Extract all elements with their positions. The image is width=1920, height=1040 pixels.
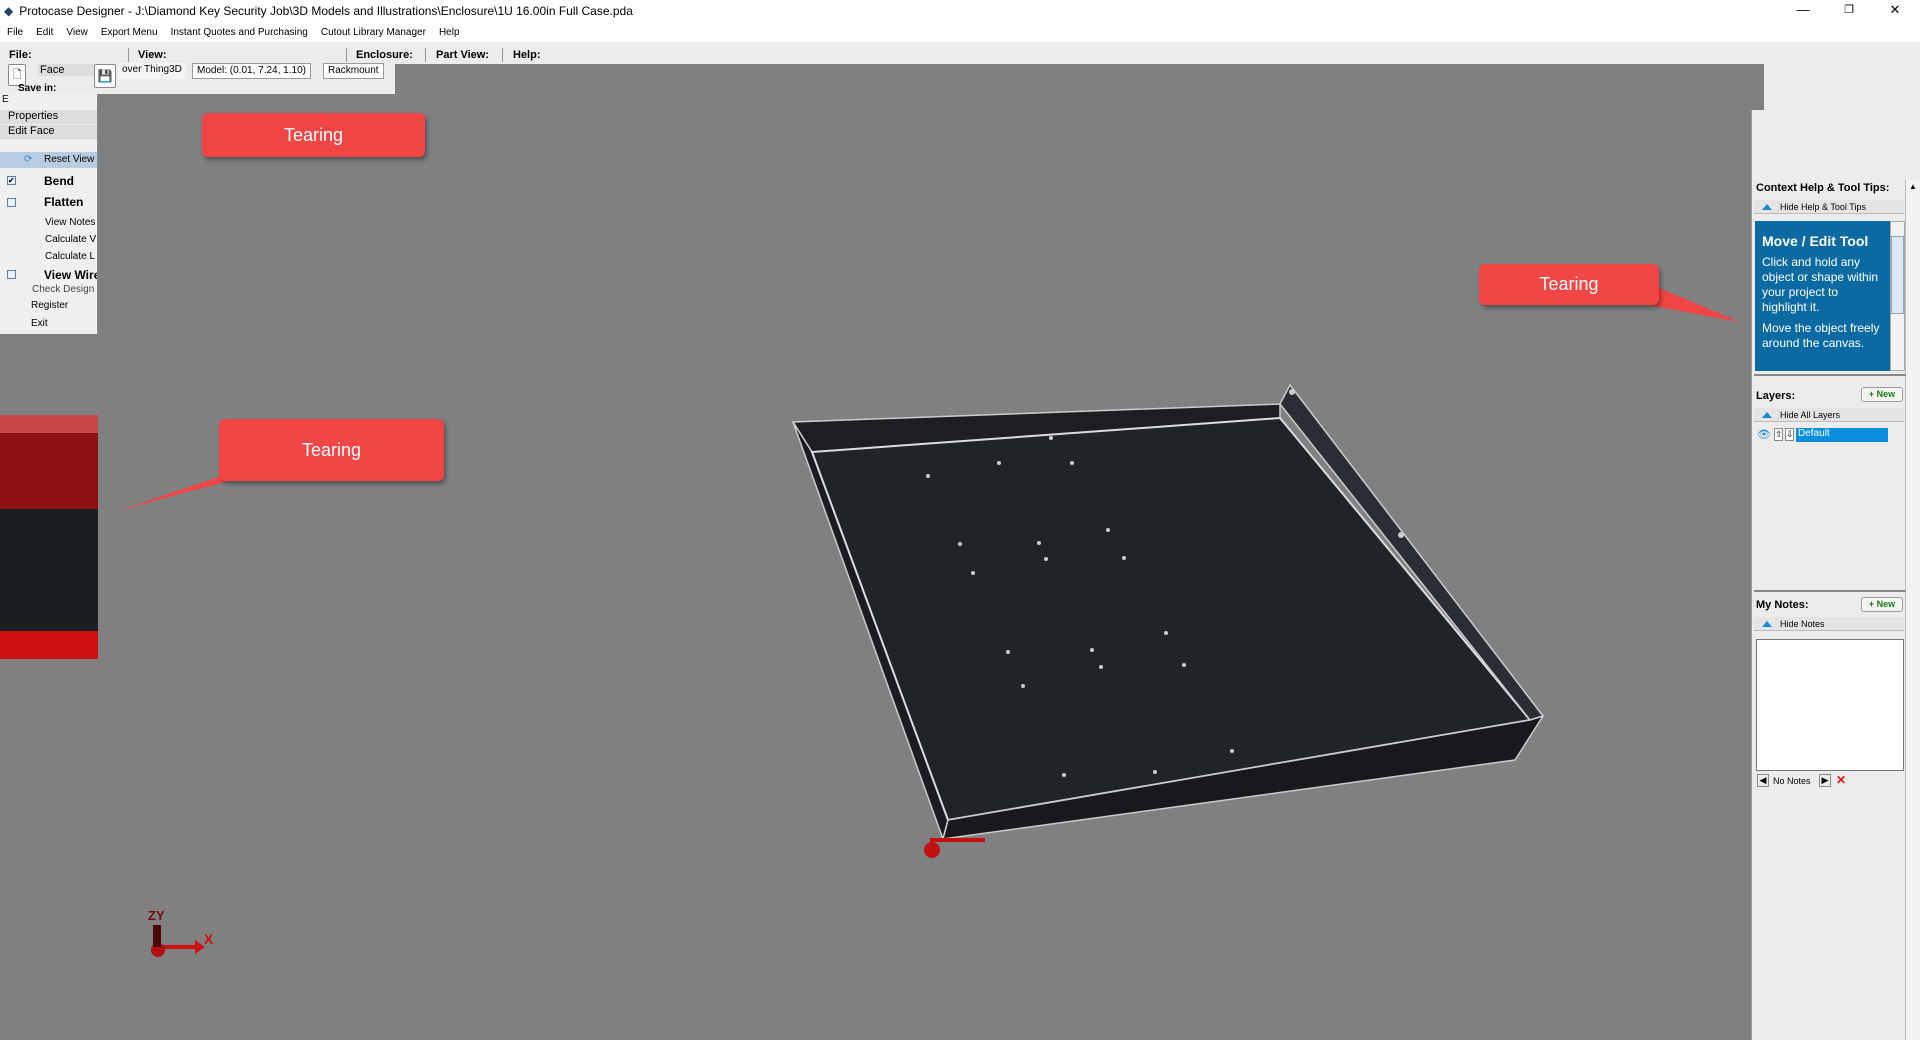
tearing-callout: Tearing — [219, 419, 444, 481]
hide-layers-label: Hide All Layers — [1780, 410, 1841, 420]
triangle-up-icon — [1762, 412, 1772, 418]
hide-layers-toggle[interactable]: Hide All Layers — [1754, 408, 1904, 422]
close-button[interactable]: ✕ — [1872, 0, 1918, 22]
triangle-up-icon — [1762, 204, 1772, 210]
tip-paragraph: Click and hold any object or shape withi… — [1762, 255, 1879, 314]
tip-paragraph: Move the object freely around the canvas… — [1762, 321, 1880, 350]
axis-triad: X ZY — [148, 908, 214, 957]
tip-title: Move / Edit Tool — [1762, 233, 1869, 249]
model-origin-axes — [924, 838, 985, 858]
hide-notes-label: Hide Notes — [1780, 619, 1825, 629]
triangle-up-icon — [1762, 621, 1772, 627]
restore-button[interactable]: ❐ — [1826, 0, 1872, 22]
new-layer-button[interactable]: + New — [1861, 387, 1903, 402]
panel-scrollbar[interactable]: ▲ — [1905, 180, 1920, 1040]
layer-default[interactable]: Default — [1796, 428, 1888, 442]
delete-note-icon[interactable]: ✕ — [1836, 773, 1846, 787]
enclosure-model[interactable] — [791, 383, 1545, 858]
hide-notes-toggle[interactable]: Hide Notes — [1754, 617, 1904, 631]
tearing-callout: Tearing — [1479, 264, 1659, 305]
right-panel: ▲ Context Help & Tool Tips: Hide Help & … — [1751, 110, 1920, 1040]
prev-note-button[interactable]: ◀ — [1757, 774, 1769, 787]
move-up-icon[interactable]: ⇧ — [1774, 428, 1783, 441]
no-notes-label: No Notes — [1773, 776, 1811, 786]
new-note-button[interactable]: + New — [1861, 597, 1903, 612]
tool-tip-box: Move / Edit Tool Click and hold any obje… — [1755, 221, 1905, 371]
help-title: Context Help & Tool Tips: — [1756, 182, 1890, 194]
zy-axis-label: ZY — [148, 908, 165, 923]
move-down-icon[interactable]: ⇩ — [1785, 428, 1794, 441]
panel-top-strip — [1764, 64, 1920, 110]
tearing-callout: Tearing — [202, 113, 425, 157]
minimize-button[interactable]: — — [1780, 0, 1826, 22]
layers-title: Layers: — [1756, 390, 1796, 402]
next-note-button[interactable]: ▶ — [1819, 774, 1831, 787]
tip-scrollbar[interactable] — [1890, 221, 1905, 371]
notes-title: My Notes: — [1756, 599, 1809, 611]
x-axis-label: X — [204, 931, 214, 947]
hide-help-toggle[interactable]: Hide Help & Tool Tips — [1754, 200, 1904, 214]
notes-textarea[interactable] — [1756, 639, 1904, 771]
eye-icon[interactable]: 👁 — [1757, 428, 1771, 441]
hide-help-label: Hide Help & Tool Tips — [1780, 202, 1866, 212]
